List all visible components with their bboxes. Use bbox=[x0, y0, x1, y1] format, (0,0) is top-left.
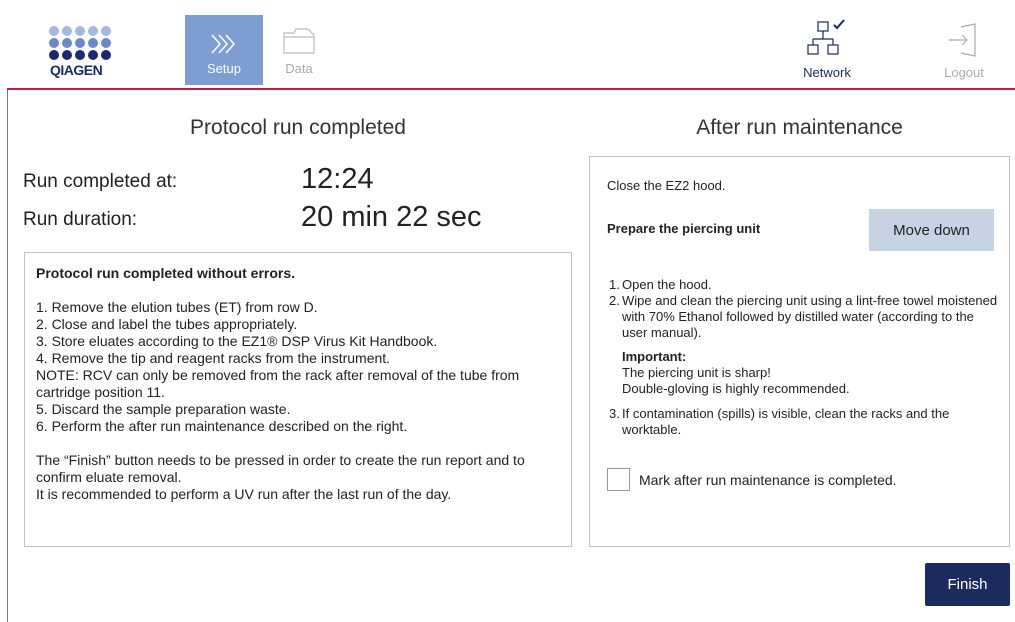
logo-dots bbox=[49, 26, 113, 60]
run-duration-label: Run duration: bbox=[23, 209, 138, 230]
header-rule bbox=[7, 88, 1015, 90]
finish-hint: The “Finish” button needs to be pressed … bbox=[36, 452, 525, 485]
maintenance-steps: 1. Open the hood. 2. Wipe and clean the … bbox=[609, 277, 999, 438]
list-item: 1. Open the hood. bbox=[609, 277, 712, 292]
important-heading: Important: bbox=[622, 349, 687, 364]
network-label: Network bbox=[803, 65, 851, 80]
logout-button[interactable]: Logout bbox=[926, 15, 1002, 85]
app-header: QIAGEN Setup Data Network Logout bbox=[0, 0, 1015, 92]
maintenance-complete-row[interactable]: Mark after run maintenance is completed. bbox=[607, 468, 897, 491]
network-check-icon bbox=[789, 15, 865, 57]
protocol-run-title: Protocol run completed bbox=[190, 116, 406, 139]
close-hood-text: Close the EZ2 hood. bbox=[607, 178, 726, 193]
maintenance-box: Close the EZ2 hood. Prepare the piercing… bbox=[589, 156, 1010, 547]
instruction-line: 5. Discard the sample preparation waste. bbox=[36, 401, 291, 417]
run-duration-value: 20 min 22 sec bbox=[301, 201, 482, 233]
move-down-button[interactable]: Move down bbox=[869, 209, 994, 251]
instruction-line: 6. Perform the after run maintenance des… bbox=[36, 418, 408, 434]
logo-wordmark: QIAGEN bbox=[50, 62, 103, 78]
run-summary-box: Protocol run completed without errors. 1… bbox=[24, 252, 572, 547]
instruction-line: 1. Remove the elution tubes (ET) from ro… bbox=[36, 299, 318, 315]
instruction-line: 4. Remove the tip and reagent racks from… bbox=[36, 350, 391, 366]
qiagen-logo: QIAGEN bbox=[49, 26, 113, 88]
important-line: The piercing unit is sharp! bbox=[622, 365, 771, 380]
network-button[interactable]: Network bbox=[789, 15, 865, 85]
instruction-note: NOTE: RCV can only be removed from the r… bbox=[36, 367, 520, 400]
logout-icon bbox=[926, 15, 1002, 57]
logout-label: Logout bbox=[944, 65, 984, 80]
list-item: 3. If contamination (spills) is visible,… bbox=[609, 406, 950, 437]
left-edge-line bbox=[7, 90, 8, 622]
tab-setup-label: Setup bbox=[207, 61, 241, 76]
tab-data[interactable]: Data bbox=[260, 15, 338, 85]
maintenance-complete-checkbox[interactable] bbox=[607, 468, 630, 491]
list-item: 2. Wipe and clean the piercing unit usin… bbox=[609, 293, 998, 340]
uv-run-hint: It is recommended to perform a UV run af… bbox=[36, 486, 452, 502]
run-completed-label: Run completed at: bbox=[23, 171, 178, 192]
prepare-piercing-label: Prepare the piercing unit bbox=[607, 221, 761, 236]
maintenance-complete-label: Mark after run maintenance is completed. bbox=[639, 471, 897, 488]
tab-data-label: Data bbox=[285, 61, 313, 76]
important-note: Important: The piercing unit is sharp! D… bbox=[609, 349, 999, 397]
instruction-line: 3. Store eluates according to the EZ1® D… bbox=[36, 333, 438, 349]
chevrons-right-icon bbox=[185, 15, 263, 55]
run-completed-value: 12:24 bbox=[301, 163, 374, 195]
folder-icon bbox=[260, 15, 338, 55]
finish-button[interactable]: Finish bbox=[925, 563, 1010, 606]
important-line: Double-gloving is highly recommended. bbox=[622, 381, 850, 396]
summary-heading: Protocol run completed without errors. bbox=[36, 265, 296, 281]
instruction-line: 2. Close and label the tubes appropriate… bbox=[36, 316, 298, 332]
after-run-maintenance-title: After run maintenance bbox=[696, 116, 903, 139]
tab-setup[interactable]: Setup bbox=[185, 15, 263, 85]
